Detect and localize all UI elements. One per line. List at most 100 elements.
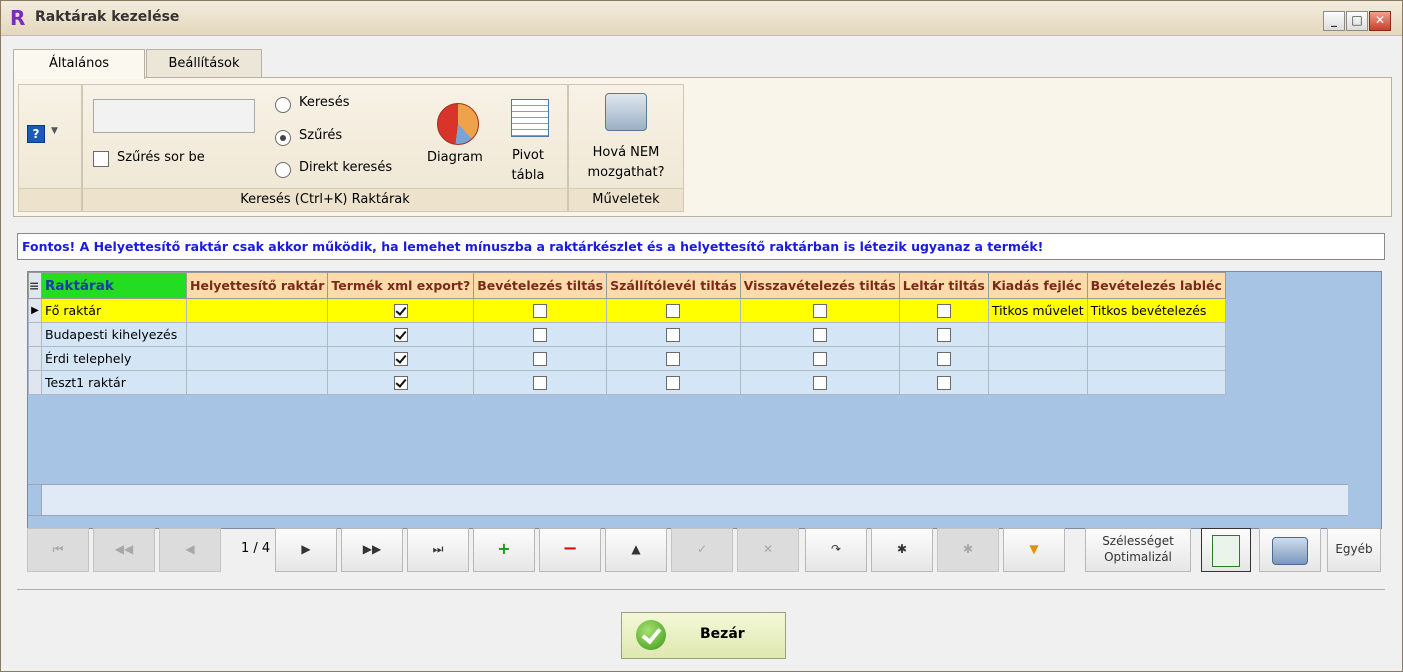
checkbox[interactable] bbox=[812, 328, 827, 343]
checkbox[interactable] bbox=[666, 376, 681, 391]
close-window-button[interactable]: ✕ bbox=[1369, 11, 1391, 31]
checkbox[interactable] bbox=[666, 352, 681, 367]
cancel-edit-button[interactable]: ✕ bbox=[737, 528, 799, 572]
checkbox[interactable] bbox=[666, 328, 681, 343]
column-header-warehouses[interactable]: Raktárak bbox=[41, 272, 187, 299]
cell-delivery-block[interactable] bbox=[606, 298, 741, 323]
cell-xml-export[interactable] bbox=[327, 298, 475, 323]
filter-button[interactable]: ▼ bbox=[1003, 528, 1065, 572]
checkbox[interactable] bbox=[936, 328, 951, 343]
optimize-width-button[interactable]: Szélességet Optimalizál bbox=[1085, 528, 1191, 572]
cell-delivery-block[interactable] bbox=[606, 370, 741, 395]
nav-first-button[interactable]: ⏮ bbox=[27, 528, 89, 572]
column-header-receipt-footer[interactable]: Bevételezés labléc bbox=[1086, 272, 1226, 299]
checkbox[interactable] bbox=[936, 304, 951, 319]
checkbox[interactable] bbox=[393, 328, 408, 343]
tab-settings[interactable]: Beállítások bbox=[146, 49, 262, 77]
move-label-2[interactable]: mozgathat? bbox=[569, 165, 683, 180]
checkbox[interactable] bbox=[812, 376, 827, 391]
diagram-button[interactable]: Diagram bbox=[427, 150, 483, 165]
cell-receipt-footer[interactable] bbox=[1086, 370, 1226, 395]
cell-warehouse-name[interactable]: Teszt1 raktár bbox=[41, 370, 187, 395]
delete-record-button[interactable]: − bbox=[539, 528, 601, 572]
nav-prev-button[interactable]: ◀ bbox=[159, 528, 221, 572]
nav-next-page-button[interactable]: ▶▶ bbox=[341, 528, 403, 572]
cell-delivery-block[interactable] bbox=[606, 346, 741, 371]
close-button[interactable]: Bezár bbox=[621, 612, 786, 659]
print-button[interactable] bbox=[1259, 528, 1321, 572]
move-up-button[interactable]: ▲ bbox=[605, 528, 667, 572]
filter-row-checkbox[interactable] bbox=[93, 151, 109, 167]
pie-chart-icon[interactable] bbox=[437, 103, 479, 145]
column-header-inventory-block[interactable]: Leltár tiltás bbox=[898, 272, 989, 299]
cell-receipt-footer[interactable] bbox=[1086, 346, 1226, 371]
column-header-receipt-block[interactable]: Bevételezés tiltás bbox=[473, 272, 608, 299]
move-label-1[interactable]: Hová NEM bbox=[569, 145, 683, 160]
checkbox[interactable] bbox=[533, 304, 548, 319]
cell-inventory-block[interactable] bbox=[898, 346, 989, 371]
cell-receipt-block[interactable] bbox=[473, 322, 608, 347]
checkbox[interactable] bbox=[936, 352, 951, 367]
cell-xml-export[interactable] bbox=[327, 346, 475, 371]
cell-return-block[interactable] bbox=[739, 370, 900, 395]
cell-return-block[interactable] bbox=[739, 346, 900, 371]
cell-return-block[interactable] bbox=[739, 322, 900, 347]
cell-warehouse-name[interactable]: Fő raktár bbox=[41, 298, 187, 323]
refresh-button[interactable]: ↷ bbox=[805, 528, 867, 572]
checkbox[interactable] bbox=[936, 376, 951, 391]
checkbox[interactable] bbox=[812, 352, 827, 367]
column-header-delivery-block[interactable]: Szállítólevél tiltás bbox=[606, 272, 741, 299]
checkbox[interactable] bbox=[533, 352, 548, 367]
column-header-issue-header[interactable]: Kiadás fejléc bbox=[987, 272, 1088, 299]
minimize-button[interactable]: _ bbox=[1323, 11, 1345, 31]
checkbox[interactable] bbox=[393, 304, 408, 319]
column-header-xml-export[interactable]: Termék xml export? bbox=[327, 272, 475, 299]
pivot-label-1[interactable]: Pivot bbox=[503, 148, 553, 163]
cell-warehouse-name[interactable]: Érdi telephely bbox=[41, 346, 187, 371]
other-button[interactable]: Egyéb bbox=[1327, 528, 1381, 572]
goto-bookmark-button[interactable]: ✱ bbox=[937, 528, 999, 572]
checkbox[interactable] bbox=[533, 376, 548, 391]
pivot-label-2[interactable]: tábla bbox=[503, 168, 553, 183]
chevron-down-icon[interactable]: ▼ bbox=[51, 126, 58, 136]
export-excel-button[interactable] bbox=[1201, 528, 1251, 572]
radio-direct-search[interactable] bbox=[275, 162, 291, 178]
add-record-button[interactable]: + bbox=[473, 528, 535, 572]
row-indicator[interactable]: ▶ bbox=[28, 298, 42, 323]
table-row[interactable]: Budapesti kihelyezés bbox=[28, 322, 1226, 347]
nav-last-button[interactable]: ⏭ bbox=[407, 528, 469, 572]
column-header-return-block[interactable]: Visszavételezés tiltás bbox=[739, 272, 900, 299]
column-header-substitute[interactable]: Helyettesítő raktár bbox=[185, 272, 329, 299]
cell-substitute[interactable] bbox=[185, 298, 329, 323]
cell-issue-header[interactable] bbox=[987, 346, 1088, 371]
checkbox[interactable] bbox=[812, 304, 827, 319]
checkbox[interactable] bbox=[533, 328, 548, 343]
cell-receipt-footer[interactable]: Titkos bevételezés bbox=[1086, 298, 1226, 323]
grid-menu-icon[interactable]: ≡ bbox=[28, 272, 42, 299]
cell-inventory-block[interactable] bbox=[898, 370, 989, 395]
cell-warehouse-name[interactable]: Budapesti kihelyezés bbox=[41, 322, 187, 347]
cell-xml-export[interactable] bbox=[327, 322, 475, 347]
cell-issue-header[interactable] bbox=[987, 322, 1088, 347]
cell-receipt-block[interactable] bbox=[473, 298, 608, 323]
cell-receipt-block[interactable] bbox=[473, 346, 608, 371]
radio-search[interactable] bbox=[275, 97, 291, 113]
table-row[interactable]: Teszt1 raktár bbox=[28, 370, 1226, 395]
cell-issue-header[interactable] bbox=[987, 370, 1088, 395]
set-bookmark-button[interactable]: ✱ bbox=[871, 528, 933, 572]
checkbox[interactable] bbox=[393, 352, 408, 367]
cell-receipt-block[interactable] bbox=[473, 370, 608, 395]
row-indicator[interactable] bbox=[28, 322, 42, 347]
cell-issue-header[interactable]: Titkos művelet bbox=[987, 298, 1088, 323]
checkbox[interactable] bbox=[666, 304, 681, 319]
cell-inventory-block[interactable] bbox=[898, 298, 989, 323]
table-row[interactable]: Érdi telephely bbox=[28, 346, 1226, 371]
pivot-table-icon[interactable] bbox=[511, 99, 549, 137]
checkbox[interactable] bbox=[393, 376, 408, 391]
post-edit-button[interactable]: ✓ bbox=[671, 528, 733, 572]
row-indicator[interactable] bbox=[28, 346, 42, 371]
tab-general[interactable]: Általános bbox=[13, 49, 145, 79]
cell-substitute[interactable] bbox=[185, 322, 329, 347]
cell-return-block[interactable] bbox=[739, 298, 900, 323]
search-input[interactable] bbox=[93, 99, 255, 133]
